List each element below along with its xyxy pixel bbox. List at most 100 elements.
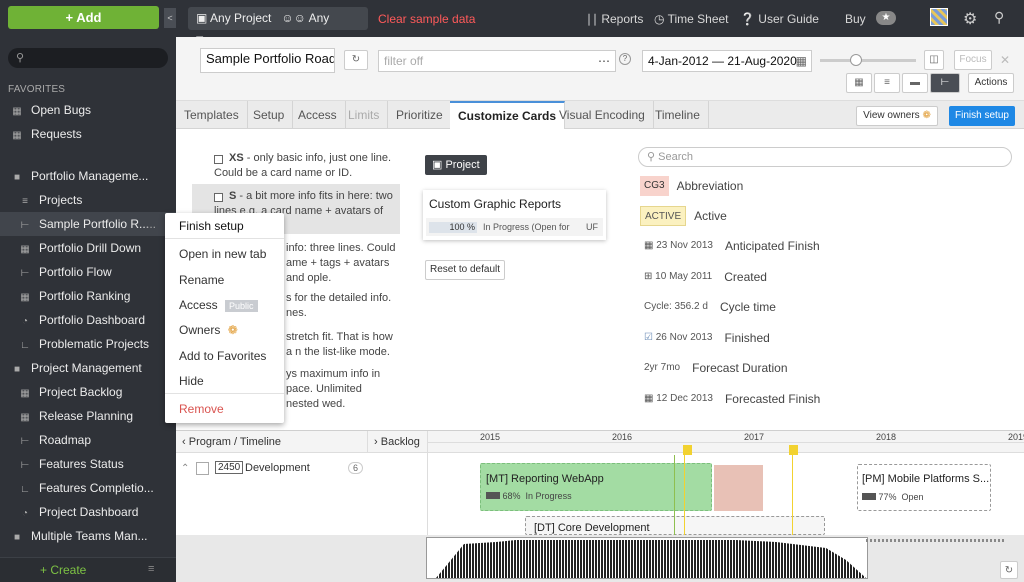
fit-icon[interactable]: ◫ [924, 50, 944, 70]
sidebar-item-project-dashboard[interactable]: ◔ Project Dashboard [0, 500, 176, 524]
menu-item-access[interactable]: Access Public [179, 298, 258, 312]
sidebar-item-portfolio-dashboard[interactable]: ◔ Portfolio Dashboard [0, 308, 176, 332]
collapse-row-icon[interactable]: ⌃ [181, 463, 189, 474]
encoding-row-anticipated-finish[interactable]: ▦ 23 Nov 2013 Anticipated Finish [640, 235, 820, 257]
project-team-filter[interactable]: ▣ Any Project ☺☺ Any Team [188, 7, 368, 48]
size-option-max[interactable]: ys maximum info in pace. Unlimited neste… [286, 367, 396, 412]
sidebar-folder-portfolio-management[interactable]: ■ Portfolio Manageme... [0, 164, 176, 188]
tab-access[interactable]: Access [290, 101, 346, 129]
finish-setup-button[interactable]: Finish setup [949, 106, 1015, 126]
add-button[interactable]: + Add [8, 6, 159, 29]
encoding-row-forecast-duration[interactable]: 2yr 7mo Forecast Duration [640, 357, 788, 379]
size-option-m[interactable]: info: three lines. Could ame + tags + av… [286, 241, 396, 286]
sidebar-item-features-status[interactable]: ⊢ Features Status [0, 452, 176, 476]
sidebar-item-project-backlog[interactable]: ▦ Project Backlog [0, 380, 176, 404]
chart-icon: ∟ [20, 484, 30, 495]
menu-item-rename[interactable]: Rename [179, 273, 224, 287]
calendar-icon: ▦ [644, 240, 657, 252]
refresh-icon[interactable]: ↻ [1000, 561, 1018, 579]
tab-setup[interactable]: Setup [245, 101, 294, 129]
sidebar-item-projects[interactable]: ≡ Projects [0, 188, 176, 212]
row-count: 6 [348, 462, 364, 474]
menu-item-finish-setup[interactable]: Finish setup [179, 219, 244, 233]
flag-marker[interactable] [789, 445, 798, 455]
sidebar-item-problematic-projects[interactable]: ∟ Problematic Projects [0, 332, 176, 356]
sidebar-item-sample-portfolio-roadmap[interactable]: ⊢ Sample Portfolio R...... [0, 212, 176, 236]
user-guide-link[interactable]: ❔ User Guide [740, 12, 819, 26]
row-checkbox[interactable] [196, 462, 209, 475]
encoding-search-input[interactable]: ⚲ Search [638, 147, 1012, 167]
favorite-item-requests[interactable]: ▦ Requests [0, 122, 176, 146]
more-options-icon[interactable]: ... [146, 212, 156, 236]
project-type-badge[interactable]: ▣ Project [425, 155, 487, 175]
sidebar-item-portfolio-flow[interactable]: ⊢ Portfolio Flow [0, 260, 176, 284]
help-icon[interactable]: ? [619, 53, 631, 65]
sidebar-item-portfolio-ranking[interactable]: ▦ Portfolio Ranking [0, 284, 176, 308]
menu-item-open-in-new-tab[interactable]: Open in new tab [179, 247, 266, 261]
encoding-row-created[interactable]: ⊞ 10 May 2011 Created [640, 266, 767, 288]
star-icon[interactable]: ★ [876, 11, 896, 25]
encoding-row-finished[interactable]: ☑ 26 Nov 2013 Finished [640, 327, 770, 349]
gantt-bar-mobile-platforms[interactable]: [PM] Mobile Platforms S... 77% Open [857, 464, 991, 511]
rows-view-icon[interactable]: ▬ [902, 73, 928, 93]
size-option-xs[interactable]: XS - only basic info, just one line. Cou… [192, 151, 400, 181]
menu-item-owners[interactable]: Owners ❁ [179, 323, 238, 337]
filter-input[interactable]: filter off ⋯ [378, 50, 616, 72]
program-timeline-header[interactable]: ‹ Program / Timeline [176, 431, 368, 453]
reports-link[interactable]: ∣∣ Reports [586, 12, 643, 26]
gear-icon[interactable]: ⚙ [963, 9, 977, 29]
size-option-fit[interactable]: stretch fit. That is how a n the list-li… [286, 330, 396, 360]
menu-item-add-to-favorites[interactable]: Add to Favorites [179, 349, 266, 363]
sidebar-item-roadmap[interactable]: ⊢ Roadmap [0, 428, 176, 452]
sidebar-item-release-planning[interactable]: ▦ Release Planning [0, 404, 176, 428]
view-owners-button[interactable]: View owners ❁ [856, 106, 938, 126]
menu-item-remove[interactable]: Remove [179, 402, 224, 416]
zoom-slider[interactable] [820, 59, 916, 62]
radio-xs[interactable] [214, 155, 223, 164]
search-icon[interactable]: ⚲ [994, 9, 1004, 26]
tab-limits[interactable]: Limits [340, 101, 389, 129]
buy-link[interactable]: Buy [845, 12, 866, 26]
reset-to-default-button[interactable]: Reset to default [425, 260, 505, 280]
sidebar-folder-project-management[interactable]: ■ Project Management [0, 356, 176, 380]
timeline-view-icon[interactable]: ⊢ [930, 73, 960, 93]
tab-prioritize[interactable]: Prioritize [388, 101, 452, 129]
actions-button[interactable]: Actions [968, 73, 1014, 93]
radio-s[interactable] [214, 193, 223, 202]
gantt-bar-core-development[interactable]: [DT] Core Development [525, 516, 825, 535]
gantt-bar-reporting-webapp[interactable]: [MT] Reporting WebApp 68% In Progress [480, 463, 712, 511]
encoding-row-abbreviation[interactable]: CG3 Abbreviation [640, 175, 743, 197]
view-name-input[interactable]: Sample Portfolio Roadm [200, 48, 335, 73]
year-2019: 2019 [1008, 432, 1024, 442]
board-view-icon[interactable]: ▦ [846, 73, 872, 93]
focus-button[interactable]: Focus [954, 50, 992, 70]
list-view-icon[interactable]: ≡ [874, 73, 900, 93]
avatar[interactable] [930, 8, 948, 26]
tab-timeline[interactable]: Timeline [647, 101, 709, 129]
sidebar-folder-multiple-teams[interactable]: ■ Multiple Teams Man... [0, 524, 176, 548]
timesheet-link[interactable]: ◷ Time Sheet [654, 12, 729, 26]
row-name[interactable]: Development [245, 462, 310, 474]
favorite-item-open-bugs[interactable]: ▦ Open Bugs [0, 98, 176, 122]
sidebar-search-input[interactable]: ⚲ [8, 48, 168, 68]
collapse-sidebar-button[interactable]: < [164, 8, 176, 28]
date-range-input[interactable]: 4-Jan-2012 — 21-Aug-2020 ▦ [642, 50, 812, 72]
tab-visual-encoding[interactable]: Visual Encoding [551, 101, 654, 129]
sidebar-item-portfolio-drill-down[interactable]: ▦ Portfolio Drill Down [0, 236, 176, 260]
tab-customize-cards[interactable]: Customize Cards [450, 101, 566, 129]
refresh-icon[interactable]: ↻ [344, 50, 368, 70]
zoom-slider-handle[interactable] [850, 54, 862, 66]
menu-item-hide[interactable]: Hide [179, 374, 204, 388]
flag-marker[interactable] [683, 445, 692, 455]
clear-sample-data-link[interactable]: Clear sample data [378, 12, 475, 26]
backlog-header[interactable]: › Backlog [368, 431, 428, 453]
encoding-row-active[interactable]: ACTIVE Active [640, 205, 727, 227]
size-option-l[interactable]: s for the detailed info. nes. [286, 291, 396, 321]
create-button[interactable]: + Create [40, 563, 86, 577]
encoding-row-forecasted-finish[interactable]: ▦ 12 Dec 2013 Forecasted Finish [640, 388, 820, 410]
encoding-row-cycle-time[interactable]: Cycle: 356.2 d Cycle time [640, 296, 776, 318]
sidebar-item-features-completion[interactable]: ∟ Features Completio... [0, 476, 176, 500]
tab-templates[interactable]: Templates [176, 101, 248, 129]
minimize-icon[interactable]: ≡ [148, 563, 154, 575]
close-icon[interactable]: ✕ [1000, 53, 1010, 67]
